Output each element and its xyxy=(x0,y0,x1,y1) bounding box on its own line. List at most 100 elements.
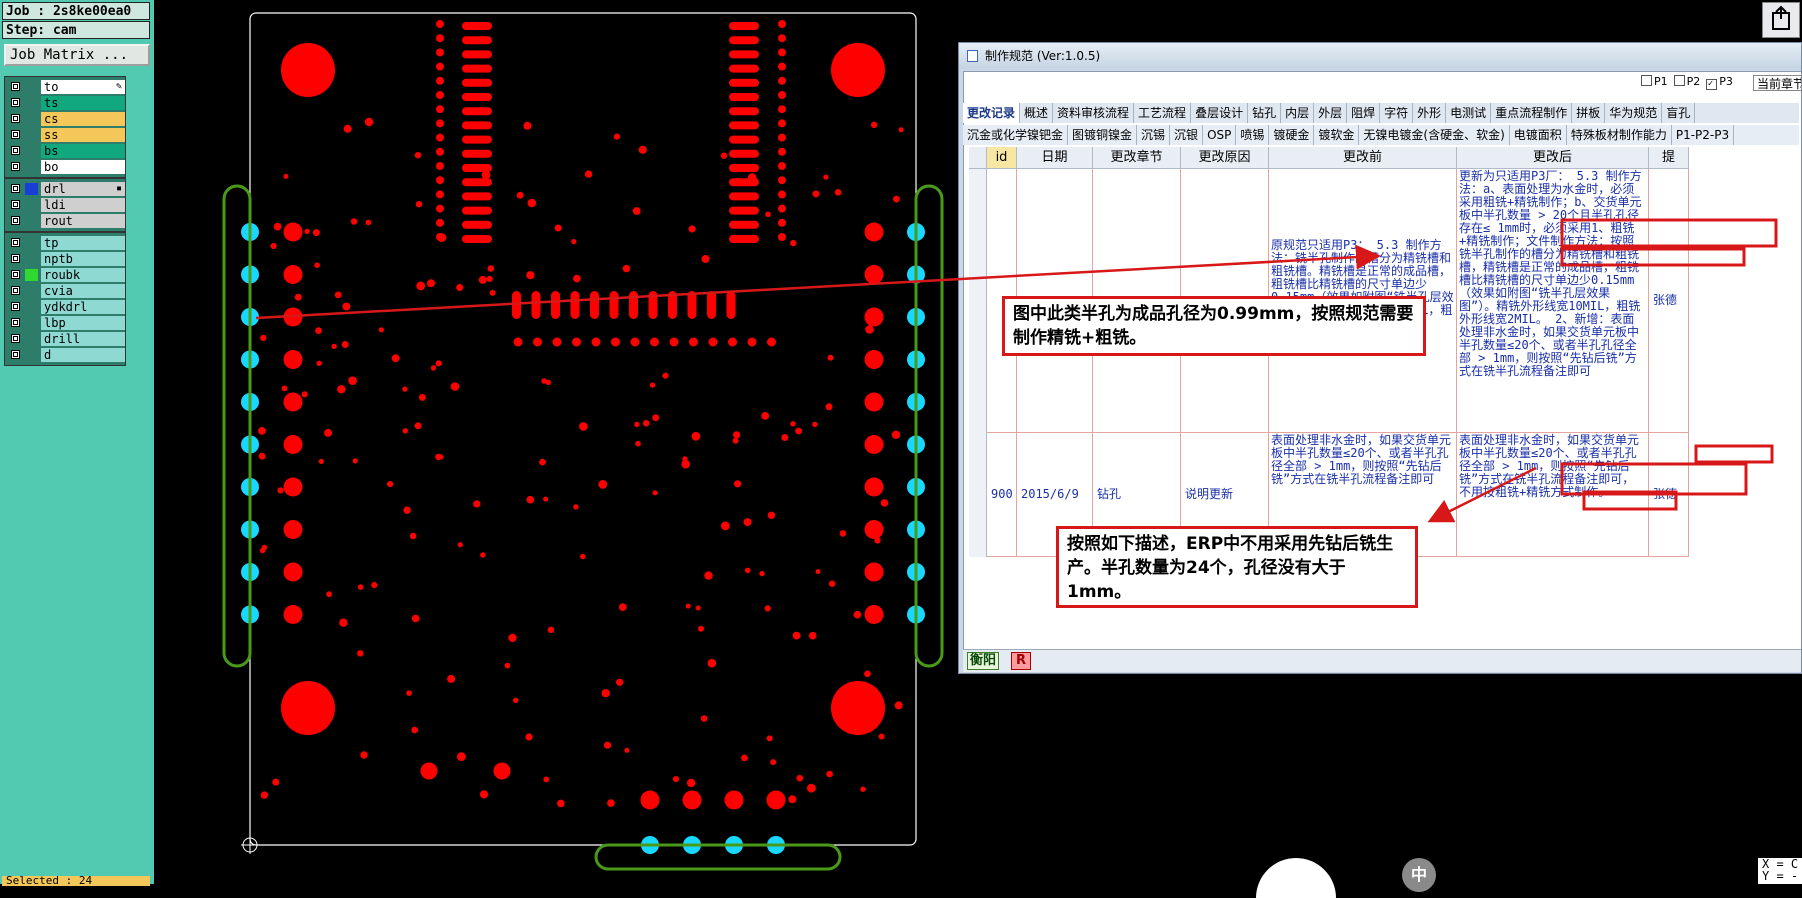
via[interactable] xyxy=(513,337,523,347)
small-via[interactable] xyxy=(341,341,349,348)
smd-pad-left[interactable] xyxy=(462,220,492,229)
small-via[interactable] xyxy=(525,733,533,741)
pad-left[interactable] xyxy=(283,477,303,497)
small-via[interactable] xyxy=(795,427,802,435)
layer-visibility-checkbox[interactable] xyxy=(11,200,20,209)
small-via[interactable] xyxy=(765,211,771,218)
column-header[interactable]: 更改后 xyxy=(1457,147,1649,169)
pad-left[interactable] xyxy=(283,307,303,327)
small-via[interactable] xyxy=(480,552,486,558)
small-via[interactable] xyxy=(403,506,411,514)
smd-pad-right[interactable] xyxy=(729,121,759,130)
small-via[interactable] xyxy=(301,391,308,398)
pad-left[interactable] xyxy=(283,265,303,284)
layer-visibility-checkbox[interactable] xyxy=(11,334,20,343)
via[interactable] xyxy=(436,176,444,185)
table-cell-proposer[interactable]: 张德 xyxy=(1649,433,1689,557)
via[interactable] xyxy=(436,204,444,213)
small-via[interactable] xyxy=(447,674,456,683)
half-hole-right[interactable] xyxy=(907,350,925,369)
small-via[interactable] xyxy=(734,480,742,488)
select-all-corner[interactable] xyxy=(969,147,987,169)
tab-tabs_row2-5[interactable]: 喷锡 xyxy=(1236,125,1270,145)
via[interactable] xyxy=(728,337,737,347)
r-badge[interactable]: R xyxy=(1011,652,1031,670)
rout-slot-right[interactable] xyxy=(914,184,944,668)
via[interactable] xyxy=(436,119,444,128)
half-hole-left[interactable] xyxy=(241,308,259,326)
small-via[interactable] xyxy=(516,191,524,199)
small-via[interactable] xyxy=(573,504,579,510)
small-via[interactable] xyxy=(744,567,751,574)
small-via[interactable] xyxy=(743,518,752,527)
smd-pad-left[interactable] xyxy=(462,22,492,30)
smd-pad-right[interactable] xyxy=(729,78,759,87)
layer-row-roubk[interactable]: roubk xyxy=(5,267,125,283)
small-via[interactable] xyxy=(387,481,394,488)
plant-option-p2[interactable]: P2 xyxy=(1673,73,1700,91)
small-via[interactable] xyxy=(314,262,320,269)
rout-slot-left[interactable] xyxy=(222,184,252,668)
small-via[interactable] xyxy=(622,264,631,273)
smd-pad-left[interactable] xyxy=(462,36,492,45)
smd-pad-right[interactable] xyxy=(729,220,759,229)
via[interactable] xyxy=(778,162,786,170)
via[interactable] xyxy=(436,190,444,199)
via[interactable] xyxy=(689,337,698,347)
small-via[interactable] xyxy=(580,553,586,560)
small-via[interactable] xyxy=(554,224,562,232)
small-via[interactable] xyxy=(371,582,378,589)
pad-right[interactable] xyxy=(864,605,884,624)
via[interactable] xyxy=(533,337,542,347)
small-via[interactable] xyxy=(402,386,408,392)
small-via[interactable] xyxy=(618,603,627,611)
layer-row-tp[interactable]: tp xyxy=(5,235,125,251)
half-hole-left[interactable] xyxy=(241,520,259,539)
smd-pad-left[interactable] xyxy=(462,135,492,144)
layer-row-cvia[interactable]: cvia xyxy=(5,283,125,299)
pad-right[interactable] xyxy=(864,520,884,539)
small-via[interactable] xyxy=(759,570,765,577)
small-via[interactable] xyxy=(513,697,519,703)
small-via[interactable] xyxy=(315,327,322,334)
mounting-hole[interactable] xyxy=(831,681,885,735)
layer-row-ss[interactable]: ss xyxy=(5,127,125,143)
row-header[interactable] xyxy=(969,433,987,557)
tab-tabs_row1-15[interactable]: 盲孔 xyxy=(1662,103,1696,123)
layer-visibility-checkbox[interactable] xyxy=(11,216,20,225)
small-via[interactable] xyxy=(411,614,420,623)
small-via[interactable] xyxy=(402,428,408,434)
small-via[interactable] xyxy=(826,770,833,778)
half-hole-right[interactable] xyxy=(907,563,925,581)
small-via[interactable] xyxy=(414,422,422,430)
layer-row-lbp[interactable]: lbp xyxy=(5,315,125,331)
via[interactable] xyxy=(778,20,786,28)
small-via[interactable] xyxy=(808,631,817,640)
half-hole-left[interactable] xyxy=(241,393,259,411)
tab-tabs_row1-12[interactable]: 重点流程制作 xyxy=(1491,103,1573,123)
via[interactable] xyxy=(650,337,659,347)
small-via[interactable] xyxy=(815,569,821,575)
smd-pad-right[interactable] xyxy=(729,135,759,144)
layer-row-cs[interactable]: cs xyxy=(5,111,125,127)
tab-tabs_row1-3[interactable]: 工艺流程 xyxy=(1134,103,1192,123)
small-via[interactable] xyxy=(761,412,770,420)
small-via[interactable] xyxy=(435,453,442,461)
small-via[interactable] xyxy=(825,403,833,411)
smd-pad-left[interactable] xyxy=(462,192,492,201)
smd-pad-right[interactable] xyxy=(729,206,759,215)
layer-visibility-checkbox[interactable] xyxy=(11,286,20,295)
row-header[interactable] xyxy=(969,169,987,433)
half-hole-right[interactable] xyxy=(907,265,925,284)
layer-row-ts[interactable]: ts xyxy=(5,95,125,111)
small-via[interactable] xyxy=(378,327,384,333)
smd-pad-right[interactable] xyxy=(729,107,759,116)
small-via[interactable] xyxy=(342,302,351,311)
small-via[interactable] xyxy=(686,778,696,788)
via[interactable] xyxy=(436,34,444,43)
small-via[interactable] xyxy=(364,117,374,127)
edge-pad[interactable] xyxy=(766,790,786,810)
table-cell-after[interactable]: 更新为只适用P3厂： 5.3 制作方法：a、表面处理为水金时，必须采用粗铣+精铣… xyxy=(1457,169,1649,433)
small-via[interactable] xyxy=(430,365,437,371)
layer-visibility-checkbox[interactable] xyxy=(11,162,20,171)
